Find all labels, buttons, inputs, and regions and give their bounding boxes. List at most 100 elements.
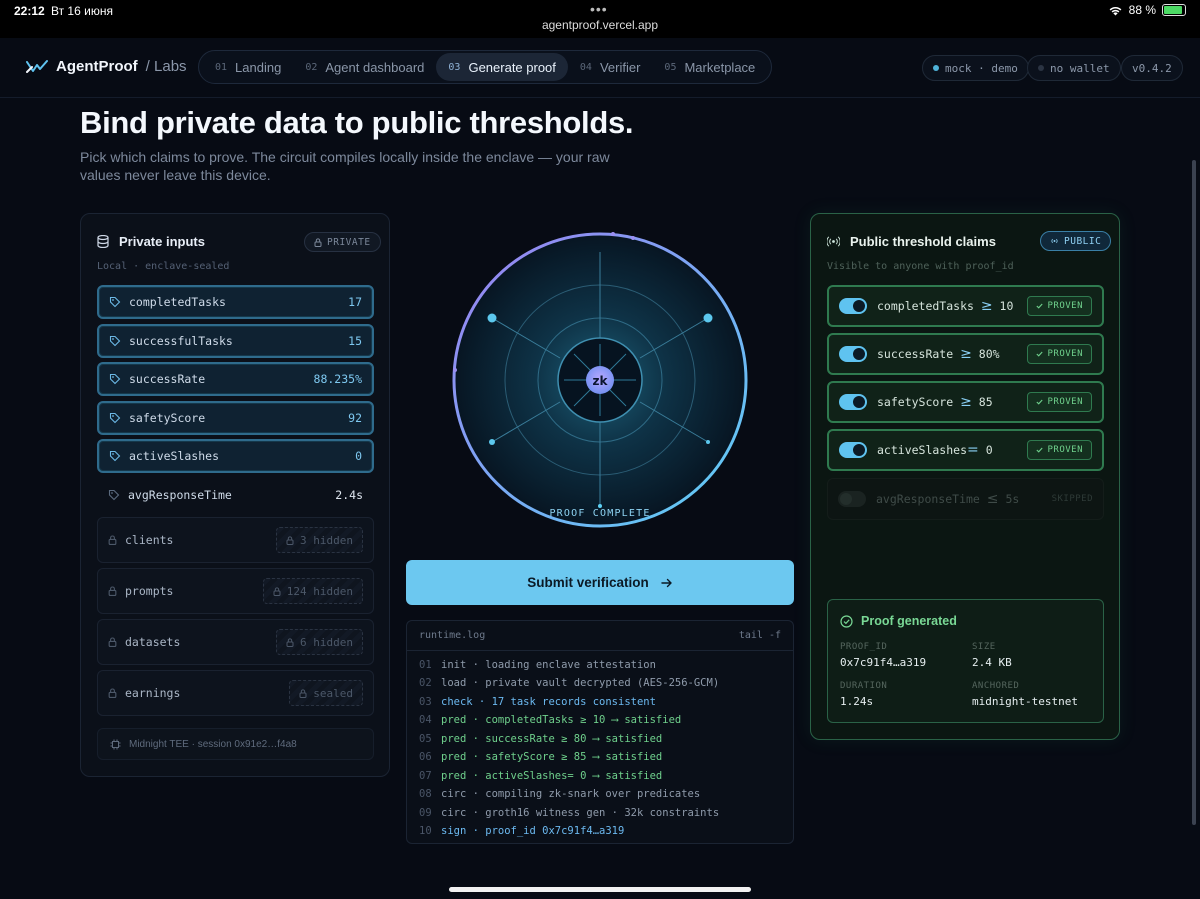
input-activeslashes[interactable]: activeSlashes 0 [97,439,374,473]
tab-label: Verifier [599,59,641,75]
line-number: 10 [419,825,432,837]
check-icon [1036,447,1044,453]
private-badge: PRIVATE [304,232,381,252]
line-text: init · loading enclave attestation [441,659,656,671]
page-tabs: 01 Landing 02 Agent dashboard 03 Generate p… [198,50,773,84]
tail-toggle[interactable]: tail -f [739,630,781,641]
url-bar[interactable]: agentproof.vercel.app [0,18,1200,32]
input-value: 0 [355,449,362,463]
tab-marketplace[interactable]: 05 Marketplace [652,53,767,81]
page-scrollbar[interactable] [1192,160,1196,825]
input-label: successfulTasks [129,334,233,348]
input-successrate[interactable]: successRate 88.235% [97,362,374,396]
system-status-bar: 22:12 Вт 16 июня ••• agentproof.vercel.a… [0,0,1200,38]
claim-threshold: 0 [985,443,993,457]
tab-generate-proof[interactable]: 03 Generate proof [436,53,568,81]
proven-badge: PROVEN [1027,392,1092,412]
lock-icon [108,586,117,596]
check-icon [1036,399,1044,405]
status-label: PROVEN [1047,301,1083,311]
claim-label: safetyScore [877,395,954,409]
brand[interactable]: AgentProof / Labs [26,58,187,75]
claim-label: activeSlashes [877,443,968,457]
input-completedtasks[interactable]: completedTasks 17 [97,285,374,319]
tag-icon [109,335,121,347]
claim-label: completedTasks [877,299,974,313]
claim-threshold: 5s [1005,492,1020,506]
public-badge: PUBLIC [1040,231,1112,251]
tab-label: Agent dashboard [325,59,425,75]
line-text: load · private vault decrypted (AES-256-… [441,677,720,689]
more-dots-icon[interactable]: ••• [590,1,608,17]
tab-landing[interactable]: 01 Landing [203,53,293,81]
proof-id-label: PROOF_ID [840,642,888,652]
proof-ring: zk PROOF COMPLETE [448,232,752,528]
hidden-input-clients: clients 3 hidden [97,517,374,563]
check-circle-icon [840,614,853,628]
log-line: 01 init · loading enclave attestation [419,659,656,675]
claim-successrate[interactable]: successRate ≥ 80% PROVEN [827,333,1104,375]
size-value: 2.4 KB [972,656,1012,669]
status-dot-icon [933,65,939,71]
broadcast-icon [1051,238,1058,244]
line-number: 01 [419,659,432,671]
tag-icon [108,489,120,501]
input-label: activeSlashes [129,449,220,463]
runtime-log[interactable]: runtime.log tail -f 01 init · loading enc… [406,620,794,844]
input-avgresponsetime[interactable]: avgResponseTime 2.4s [97,478,374,512]
tab-agent-dashboard[interactable]: 02 Agent dashboard [293,53,436,81]
claim-toggle[interactable] [839,442,867,458]
tab-number: 04 [579,61,592,73]
claim-label: successRate [877,347,954,361]
tab-number: 03 [448,61,461,73]
hidden-label: earnings [125,686,181,700]
proven-badge: PROVEN [1027,440,1092,460]
home-indicator[interactable] [449,887,751,892]
hidden-label: datasets [125,635,181,649]
page-title: Bind private data to public thresholds. [80,105,634,140]
log-line: 04 pred · completedTasks ≥ 10 ⟶ satisfied [419,714,681,730]
tag-icon [109,296,121,308]
input-value: 88.235% [313,372,362,386]
status-label: PROVEN [1047,445,1083,455]
line-number: 05 [419,733,432,745]
top-navigation: AgentProof / Labs 01 Landing 02 Agent dash… [0,38,1200,98]
panel-title: Private inputs [119,234,205,249]
version-label: v0.4.2 [1132,61,1172,75]
claim-operator: ≤ [986,491,999,507]
claim-avgresponsetime[interactable]: avgResponseTime ≤ 5s SKIPPED [827,478,1104,520]
mode-pill[interactable]: mock · demo [922,55,1029,81]
proof-status-label: PROOF COMPLETE [549,508,650,519]
hidden-input-prompts: prompts 124 hidden [97,568,374,614]
line-text: pred · completedTasks ≥ 10 ⟶ satisfied [441,714,682,726]
claim-toggle[interactable] [839,346,867,362]
hidden-chip: sealed [289,680,363,706]
log-line: 06 pred · safetyScore ≥ 85 ⟶ satisfied [419,751,662,767]
claim-threshold: 85 [978,395,993,409]
input-value: 2.4s [335,488,363,502]
input-value: 92 [348,411,362,425]
battery-icon [1162,4,1186,16]
hidden-input-datasets: datasets 6 hidden [97,619,374,665]
tab-verifier[interactable]: 04 Verifier [568,53,653,81]
proof-id-value[interactable]: 0x7c91f4…a319 [840,656,926,669]
claim-activeslashes[interactable]: activeSlashes= 0 PROVEN [827,429,1104,471]
submit-verification-button[interactable]: Submit verification [406,560,794,605]
claim-toggle[interactable] [839,394,867,410]
claim-toggle[interactable] [839,298,867,314]
line-text: sign · proof_id 0x7c91f4…a319 [441,825,625,837]
claim-completedtasks[interactable]: completedTasks ≥ 10 PROVEN [827,285,1104,327]
claim-threshold: 10 [999,299,1014,313]
claim-toggle[interactable] [838,491,866,507]
line-number: 08 [419,788,432,800]
input-value: 17 [348,295,362,309]
line-number: 02 [419,677,432,689]
wallet-button[interactable]: no wallet [1027,55,1121,81]
claim-safetyscore[interactable]: safetyScore ≥ 85 PROVEN [827,381,1104,423]
wallet-label: no wallet [1050,61,1110,75]
broadcast-icon [827,236,840,247]
private-inputs-panel: Private inputs PRIVATE Local · enclave-s… [80,213,390,777]
anchored-value: midnight-testnet [972,695,1078,708]
input-safetyscore[interactable]: safetyScore 92 [97,401,374,435]
input-successfultasks[interactable]: successfulTasks 15 [97,324,374,358]
